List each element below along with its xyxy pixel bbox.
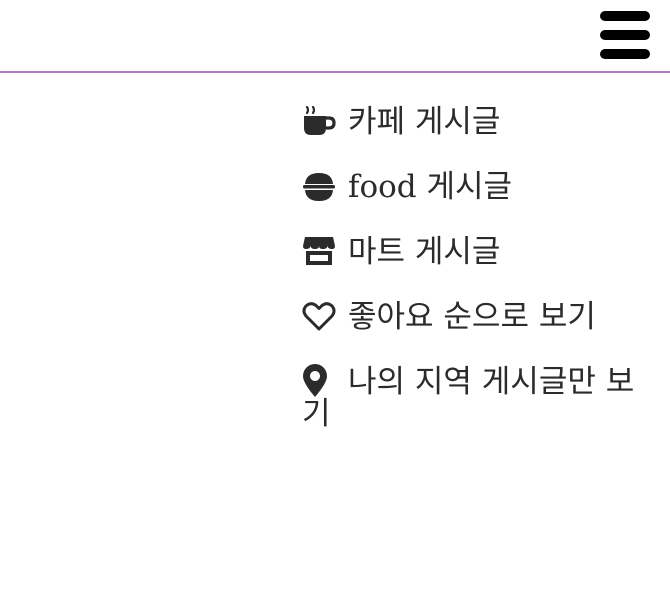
rice-bowl-icon	[302, 169, 336, 203]
menu-item-sort-by-likes[interactable]: 좋아요 순으로 보기	[302, 299, 662, 333]
menu-item-my-area-posts[interactable]: 나의 지역 게시글만 보기	[302, 364, 662, 430]
hamburger-menu-icon[interactable]	[600, 11, 650, 59]
menu-item-mart-posts[interactable]: 마트 게시글	[302, 234, 662, 268]
menu-item-label: 나의 지역 게시글만 보기	[302, 364, 635, 432]
map-pin-icon	[302, 364, 336, 398]
menu-item-label: 카페 게시글	[348, 104, 501, 140]
menu-item-label: food 게시글	[348, 169, 513, 205]
heart-outline-icon	[302, 299, 336, 333]
store-icon	[302, 234, 336, 268]
menu-item-food-posts[interactable]: food 게시글	[302, 169, 662, 203]
menu-item-label: 좋아요 순으로 보기	[348, 299, 596, 335]
hamburger-bar	[600, 49, 650, 59]
top-bar	[0, 0, 670, 73]
menu-item-label: 마트 게시글	[348, 234, 501, 270]
hamburger-bar	[600, 30, 650, 40]
hamburger-bar	[600, 11, 650, 21]
menu-item-cafe-posts[interactable]: 카페 게시글	[302, 104, 662, 138]
coffee-cup-icon	[302, 104, 336, 138]
